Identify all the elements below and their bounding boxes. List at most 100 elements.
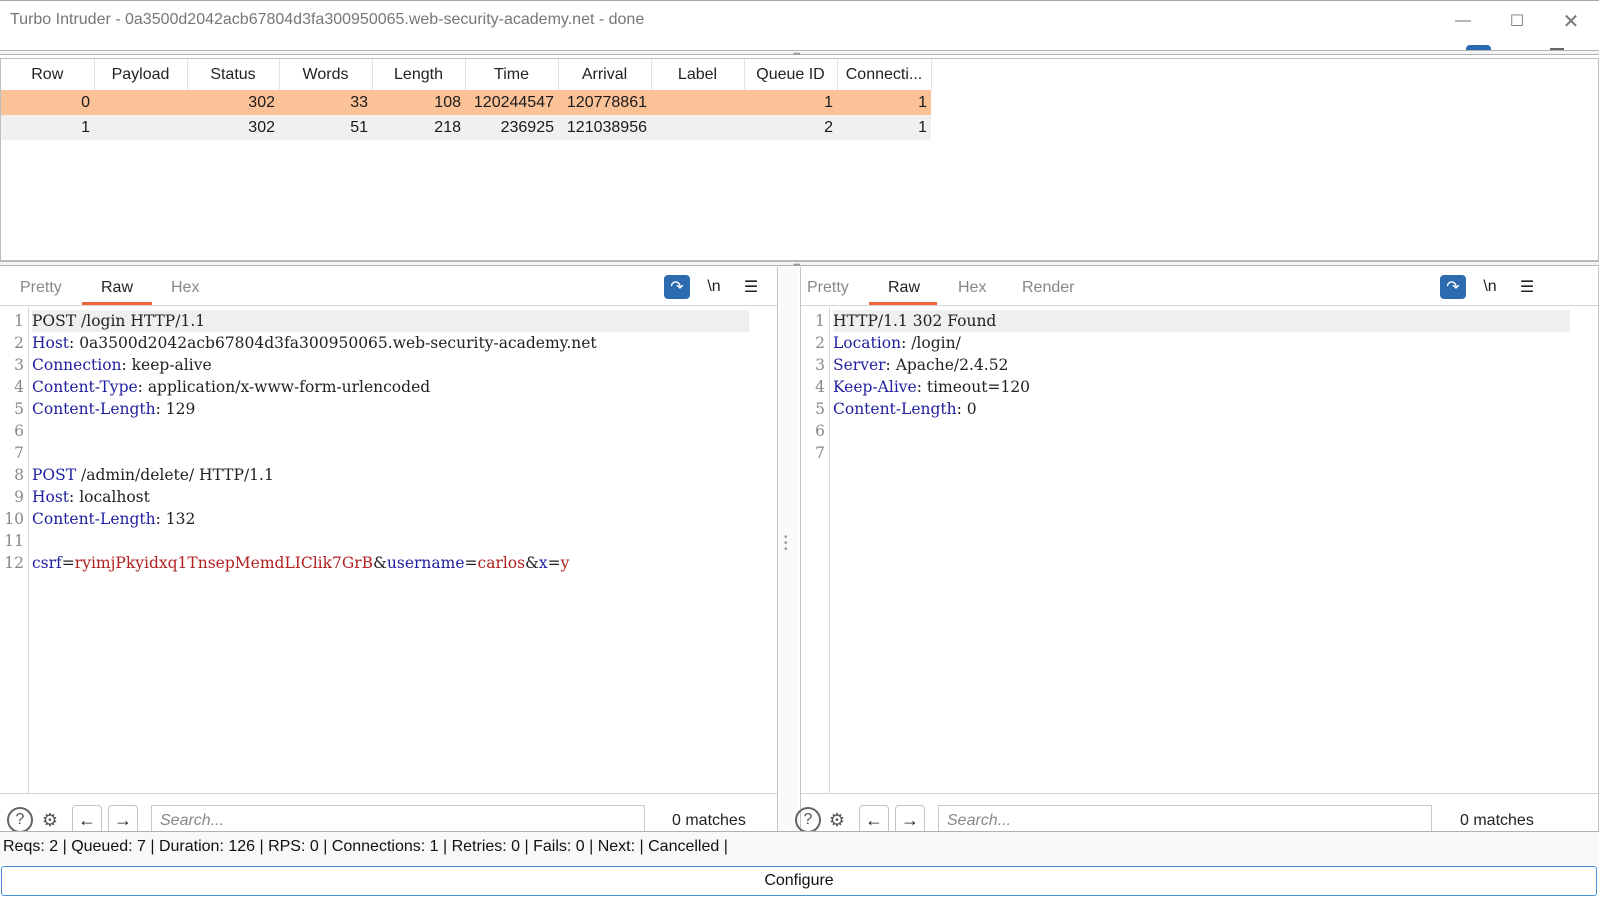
code-line[interactable]: 12 csrf=ryimjPkyidxq1TnsepMemdLIClik7GrB&… [0, 552, 777, 574]
active-tab-underline [869, 302, 937, 305]
column-header-arrival[interactable]: Arrival [558, 59, 652, 90]
tab-hex[interactable]: Hex [956, 279, 988, 297]
newline-toggle[interactable]: \n [701, 275, 727, 299]
tab-raw[interactable]: Raw [99, 279, 135, 297]
code-line[interactable]: 9 Host: localhost [0, 486, 777, 508]
line-number: 3 [815, 356, 825, 374]
tab-pretty[interactable]: Pretty [18, 279, 64, 297]
header-name: csrf [32, 554, 62, 572]
line-number: 9 [14, 488, 24, 506]
tab-render[interactable]: Render [1020, 279, 1076, 297]
code-text: Content-Length: 129 [32, 398, 195, 420]
column-header-connection[interactable]: Connecti... [837, 59, 932, 90]
line-number: 7 [815, 444, 825, 462]
column-header-payload[interactable]: Payload [94, 59, 188, 90]
header-name: Connection [32, 356, 122, 374]
cell-label [651, 115, 744, 140]
line-number: 6 [14, 422, 24, 440]
code-line[interactable]: 2 Host: 0a3500d2042acb67804d3fa300950065.… [0, 332, 777, 354]
column-header-length[interactable]: Length [372, 59, 466, 90]
word-wrap-icon[interactable]: ↷ [664, 275, 690, 299]
code-token: HTTP/1.1 302 Found [833, 312, 997, 330]
help-icon[interactable]: ? [795, 807, 821, 833]
results-table-panel: Row Payload Status Words Length Time Arr… [0, 58, 1599, 261]
code-token: & [373, 554, 387, 572]
column-header-queue-id[interactable]: Queue ID [744, 59, 838, 90]
request-match-count: 0 matches [672, 812, 746, 829]
line-number: 8 [14, 466, 24, 484]
code-line[interactable]: 3 Connection: keep-alive [0, 354, 777, 376]
code-line[interactable]: 7 [0, 442, 777, 464]
maximize-icon[interactable]: ☐ [1494, 7, 1540, 35]
column-header-time[interactable]: Time [465, 59, 559, 90]
vertical-splitter[interactable]: • • • [779, 267, 799, 845]
param-value: ryimjPkyidxq1TnsepMemdLIClik7GrB [74, 554, 374, 572]
header-name: Server [833, 356, 886, 374]
cell-time: 236925 [465, 115, 558, 140]
column-header-label[interactable]: Label [651, 59, 745, 90]
cell-queue-id: 1 [744, 90, 837, 115]
tab-hex[interactable]: Hex [169, 279, 201, 297]
code-text: POST /login HTTP/1.1 [32, 310, 749, 332]
code-text: POST /admin/delete/ HTTP/1.1 [32, 464, 274, 486]
code-line[interactable]: 11 [0, 530, 777, 552]
line-number: 3 [14, 356, 24, 374]
middle-splitter[interactable]: ••• [0, 260, 1599, 270]
table-row[interactable]: 1 302 51 218 236925 121038956 2 1 [1, 115, 931, 140]
hamburger-menu-icon[interactable]: ☰ [1514, 275, 1540, 299]
code-line[interactable]: 3 Server: Apache/2.4.52 [801, 354, 1598, 376]
close-icon[interactable]: ✕ [1548, 7, 1594, 35]
column-header-words[interactable]: Words [279, 59, 373, 90]
column-header-status[interactable]: Status [187, 59, 280, 90]
column-header-row[interactable]: Row [1, 59, 95, 90]
top-splitter[interactable]: ••• [0, 49, 1599, 59]
code-line[interactable]: 7 [801, 442, 1598, 464]
splitter-grip-icon: ••• [784, 532, 788, 555]
code-token: : localhost [69, 488, 150, 506]
code-text: Content-Type: application/x-www-form-url… [32, 376, 430, 398]
cell-queue-id: 2 [744, 115, 837, 140]
active-tab-underline [82, 302, 152, 305]
code-line[interactable]: 4 Keep-Alive: timeout=120 [801, 376, 1598, 398]
code-line[interactable]: 6 [801, 420, 1598, 442]
hamburger-menu-icon[interactable]: ☰ [738, 275, 764, 299]
response-editor[interactable]: 1 HTTP/1.1 302 Found 2 Location: /login/3 Se… [801, 307, 1598, 794]
code-line[interactable]: 10 Content-Length: 132 [0, 508, 777, 530]
cell-length: 218 [372, 115, 465, 140]
header-name: Content-Length [833, 400, 957, 418]
help-icon[interactable]: ? [7, 807, 33, 833]
cell-row: 1 [1, 115, 94, 140]
code-line[interactable]: 1 HTTP/1.1 302 Found [801, 310, 1598, 332]
request-editor[interactable]: 1 POST /login HTTP/1.1 2 Host: 0a3500d2042a… [0, 307, 777, 794]
cell-words: 51 [279, 115, 372, 140]
cell-row: 0 [1, 90, 94, 115]
code-line[interactable]: 6 [0, 420, 777, 442]
code-token: & [525, 554, 539, 572]
newline-toggle[interactable]: \n [1477, 275, 1503, 299]
tab-raw[interactable]: Raw [886, 279, 922, 297]
configure-button[interactable]: Configure [1, 866, 1597, 896]
code-token: POST /login HTTP/1.1 [32, 312, 206, 330]
status-bar: Reqs: 2 | Queued: 7 | Duration: 126 | RP… [0, 831, 1599, 865]
line-number: 5 [815, 400, 825, 418]
tab-pretty[interactable]: Pretty [805, 279, 851, 297]
code-line[interactable]: 5 Content-Length: 0 [801, 398, 1598, 420]
code-line[interactable]: 1 POST /login HTTP/1.1 [0, 310, 777, 332]
code-line[interactable]: 4 Content-Type: application/x-www-form-ur… [0, 376, 777, 398]
request-pane: Pretty Raw Hex ↷ \n ☰ 1 POST /login HTTP/… [0, 267, 778, 845]
code-line[interactable]: 5 Content-Length: 129 [0, 398, 777, 420]
word-wrap-icon[interactable]: ↷ [1440, 275, 1466, 299]
code-token: : 0 [956, 400, 977, 418]
minimize-icon[interactable]: — [1440, 7, 1486, 35]
code-line[interactable]: 2 Location: /login/ [801, 332, 1598, 354]
code-line[interactable]: 8 POST /admin/delete/ HTTP/1.1 [0, 464, 777, 486]
response-tabs: Pretty Raw Hex Render ↷ \n ☰ [801, 267, 1598, 306]
table-row[interactable]: 0 302 33 108 120244547 120778861 1 1 [1, 90, 931, 115]
cell-payload [94, 115, 187, 140]
code-text: HTTP/1.1 302 Found [833, 310, 1570, 332]
cell-connection: 1 [837, 90, 931, 115]
request-tabs: Pretty Raw Hex ↷ \n ☰ [0, 267, 777, 306]
line-number: 10 [4, 510, 24, 528]
line-number: 11 [4, 532, 24, 550]
header-name: Host [32, 488, 70, 506]
